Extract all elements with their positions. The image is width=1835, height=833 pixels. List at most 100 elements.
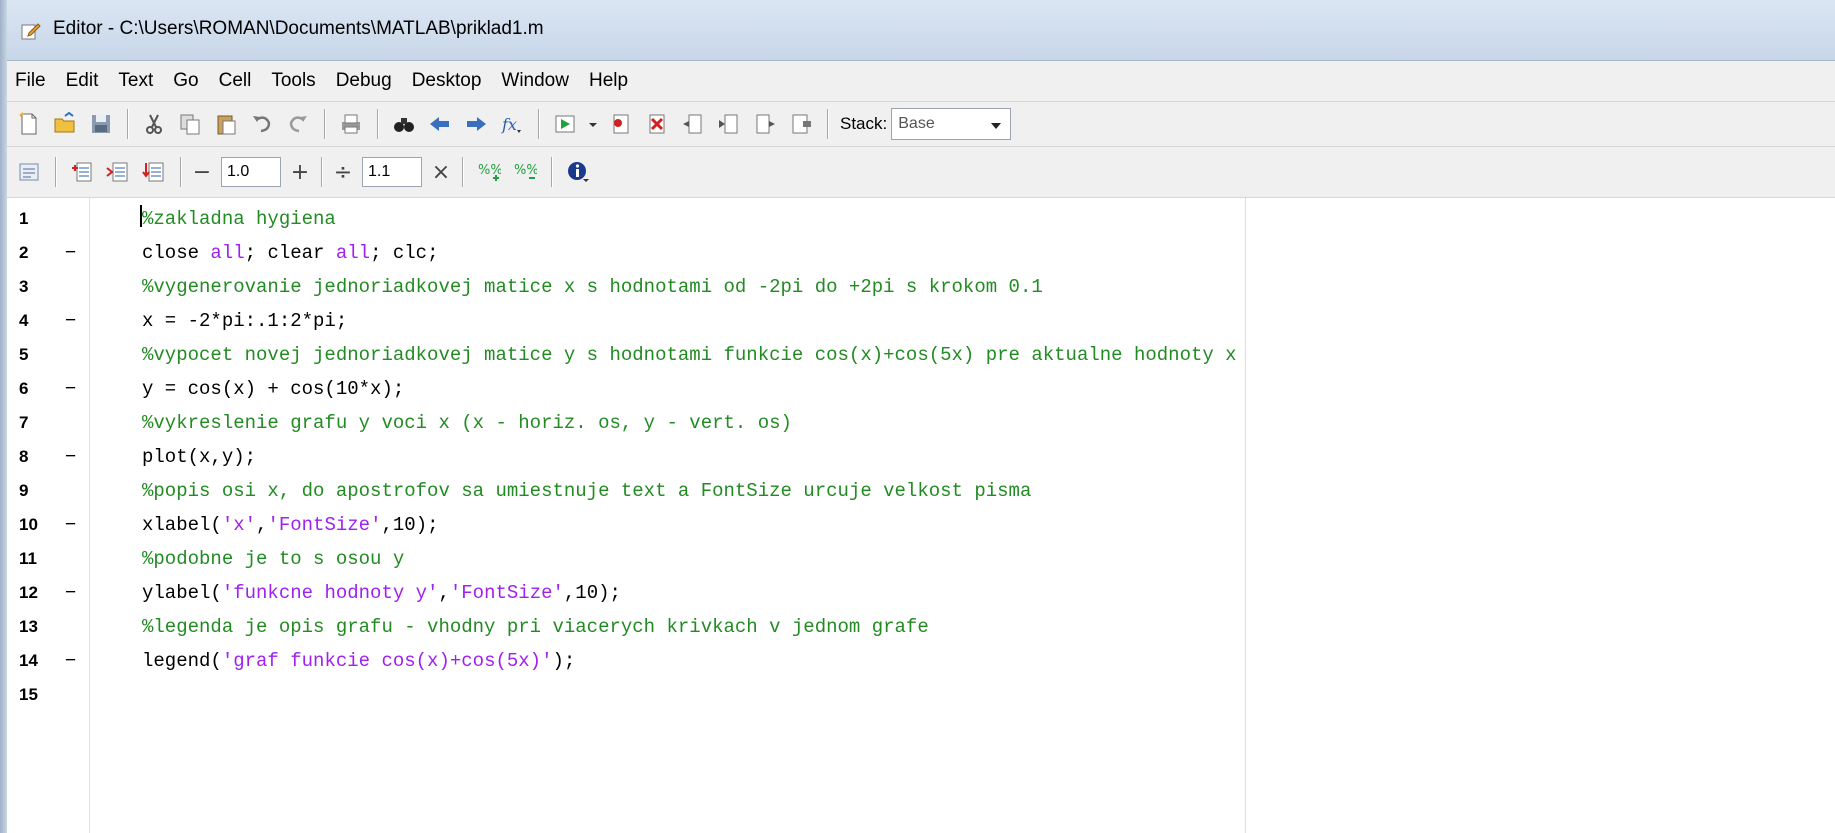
code-line[interactable]: 6 − y = cos(x) + cos(10*x); xyxy=(7,372,1835,406)
menu-text[interactable]: Text xyxy=(108,70,163,92)
cut-icon[interactable] xyxy=(139,109,169,139)
function-fx-icon[interactable]: fx xyxy=(497,109,527,139)
code-line[interactable]: 10 − xlabel('x','FontSize',10); xyxy=(7,508,1835,542)
code-line[interactable]: 4 − x = -2*pi:.1:2*pi; xyxy=(7,304,1835,338)
menu-file[interactable]: File xyxy=(7,70,56,92)
code-token: , xyxy=(256,514,268,536)
divide-value-field[interactable] xyxy=(362,157,422,187)
menu-edit[interactable]: Edit xyxy=(56,70,109,92)
set-breakpoint-icon[interactable] xyxy=(606,109,636,139)
exit-debug-icon[interactable] xyxy=(786,109,816,139)
undo-icon[interactable] xyxy=(247,109,277,139)
code-token: all xyxy=(210,242,245,264)
code-line[interactable]: 2− close all; clear all; clc; xyxy=(7,236,1835,270)
code-line[interactable]: 13 %legenda je opis grafu - vhodny pri vi… xyxy=(7,610,1835,644)
breakpoint-marker[interactable]: − xyxy=(65,304,76,338)
cell-mode-icon[interactable] xyxy=(14,157,44,187)
line-number: 11 xyxy=(19,549,37,568)
code-line[interactable]: 12 − ylabel('funkcne hodnoty y','FontSize'… xyxy=(7,576,1835,610)
print-icon[interactable] xyxy=(336,109,366,139)
title-bar[interactable]: Editor - C:\Users\ROMAN\Documents\MATLAB… xyxy=(7,0,1835,61)
code-editor[interactable]: 1 %zakladna hygiena 2 − close all; clear all… xyxy=(7,198,1835,833)
eval-cell-icon[interactable] xyxy=(67,157,97,187)
step-in-icon[interactable] xyxy=(714,109,744,139)
code-text: %vypocet novej jednoriadkovej matice y s… xyxy=(142,338,1237,372)
toolbar-separator xyxy=(538,109,539,139)
toolbar-separator xyxy=(827,109,828,139)
new-file-icon[interactable] xyxy=(14,109,44,139)
code-token: all xyxy=(335,242,371,264)
menu-tools[interactable]: Tools xyxy=(261,70,325,92)
code-text: %zakladna hygiena xyxy=(142,202,336,236)
menu-cell[interactable]: Cell xyxy=(209,70,262,92)
code-token: %legenda je opis grafu - vhodny pri viac… xyxy=(142,616,929,638)
code-token: %vypocet novej jednoriadkovej matice y s… xyxy=(142,344,1237,366)
code-line[interactable]: 14 − legend('graf funkcie cos(x)+cos(5x)')… xyxy=(7,644,1835,678)
decrement-value-field[interactable] xyxy=(221,157,281,187)
stack-select[interactable]: Base xyxy=(891,108,1012,140)
code-token: %vykreslenie grafu y voci x (x - horiz. … xyxy=(142,412,792,434)
toolbar-separator xyxy=(55,157,56,187)
menu-help[interactable]: Help xyxy=(579,70,638,92)
line-number: 5 xyxy=(19,345,29,364)
run-dropdown-icon[interactable] xyxy=(586,109,600,139)
redo-icon[interactable] xyxy=(283,109,313,139)
stack-label: Stack: xyxy=(840,114,888,133)
code-line[interactable]: 8 − plot(x,y); xyxy=(7,440,1835,474)
svg-text:%%: %% xyxy=(478,163,501,178)
code-line[interactable]: 9 %popis osi x, do apostrofov sa umiestnu… xyxy=(7,474,1835,508)
breakpoint-marker[interactable]: − xyxy=(65,576,76,610)
eval-entire-file-icon[interactable] xyxy=(139,157,169,187)
breakpoint-marker[interactable]: − xyxy=(65,236,76,270)
line-number: 15 xyxy=(19,685,38,704)
code-token: ; clc; xyxy=(370,242,439,264)
info-icon[interactable] xyxy=(563,157,593,187)
editor-file-icon xyxy=(21,22,41,40)
code-token: , xyxy=(438,582,450,604)
code-line[interactable]: 15 xyxy=(7,678,1835,712)
line-number: 14 xyxy=(19,651,38,670)
line-number: 1 xyxy=(19,209,29,228)
breakpoint-marker[interactable]: − xyxy=(65,440,76,474)
line-number: 8 xyxy=(19,447,29,466)
paste-icon[interactable] xyxy=(211,109,241,139)
divide-button[interactable]: ÷ xyxy=(330,160,356,185)
breakpoint-marker[interactable]: − xyxy=(65,372,76,406)
code-token: ,10); xyxy=(563,582,621,604)
remove-cell-divider-icon[interactable]: %% xyxy=(510,157,540,187)
multiply-button[interactable]: × xyxy=(428,160,454,185)
step-icon[interactable] xyxy=(678,109,708,139)
copy-icon[interactable] xyxy=(175,109,205,139)
code-line[interactable]: 1 %zakladna hygiena xyxy=(7,202,1835,236)
step-out-icon[interactable] xyxy=(750,109,780,139)
clear-breakpoints-icon[interactable] xyxy=(642,109,672,139)
save-icon[interactable] xyxy=(86,109,116,139)
code-text: %podobne je to s osou y xyxy=(142,542,404,576)
main-toolbar: fx Stack: Base xyxy=(7,102,1835,147)
insert-cell-divider-icon[interactable]: %% xyxy=(474,157,504,187)
line-number: 2 xyxy=(19,243,29,262)
run-icon[interactable] xyxy=(550,109,580,139)
code-line[interactable]: 3 %vygenerovanie jednoriadkovej matice x … xyxy=(7,270,1835,304)
eval-cell-advance-icon[interactable] xyxy=(103,157,133,187)
code-text: %vygenerovanie jednoriadkovej matice x s… xyxy=(142,270,1043,304)
code-line[interactable]: 11 %podobne je to s osou y xyxy=(7,542,1835,576)
line-number: 7 xyxy=(19,413,29,432)
code-line[interactable]: 5 %vypocet novej jednoriadkovej matice y … xyxy=(7,338,1835,372)
breakpoint-marker[interactable]: − xyxy=(65,644,76,678)
code-line[interactable]: 7 %vykreslenie grafu y voci x (x - horiz.… xyxy=(7,406,1835,440)
menu-debug[interactable]: Debug xyxy=(326,70,402,92)
menu-window[interactable]: Window xyxy=(491,70,579,92)
back-arrow-icon[interactable] xyxy=(425,109,455,139)
line-number: 9 xyxy=(19,481,29,500)
decrement-button[interactable]: − xyxy=(189,160,215,185)
open-folder-icon[interactable] xyxy=(50,109,80,139)
code-token: ylabel( xyxy=(142,582,222,604)
menu-desktop[interactable]: Desktop xyxy=(402,70,492,92)
menu-go[interactable]: Go xyxy=(163,70,208,92)
breakpoint-marker[interactable]: − xyxy=(65,508,76,542)
text-cursor xyxy=(140,205,142,227)
forward-arrow-icon[interactable] xyxy=(461,109,491,139)
find-binoculars-icon[interactable] xyxy=(389,109,419,139)
increment-button[interactable]: + xyxy=(287,160,313,185)
